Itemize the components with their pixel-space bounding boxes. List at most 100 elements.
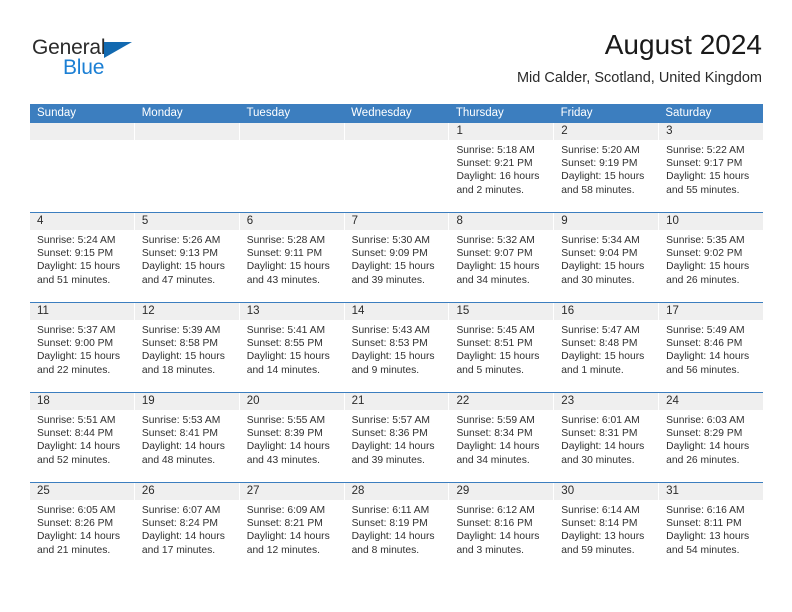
day-cell[interactable]: 25 Sunrise: 6:05 AM Sunset: 8:26 PM Dayligh…	[30, 483, 135, 572]
day-cell[interactable]: 26 Sunrise: 6:07 AM Sunset: 8:24 PM Dayligh…	[134, 483, 240, 572]
day-cell[interactable]: 16 Sunrise: 5:47 AM Sunset: 8:48 PM Dayligh…	[554, 303, 660, 392]
sunset-time: Sunset: 9:04 PM	[561, 248, 638, 260]
sunrise-time: Sunrise: 6:03 AM	[666, 415, 745, 426]
daylight-duration-line2: and 8 minutes.	[351, 544, 420, 556]
day-number: 7	[344, 213, 449, 230]
daylight-duration-line1: Daylight: 15 hours	[351, 261, 435, 273]
day-cell[interactable]: 3 Sunrise: 5:22 AM Sunset: 9:17 PM Daylight…	[659, 123, 764, 212]
day-cell[interactable]: 22 Sunrise: 5:59 AM Sunset: 8:34 PM Dayligh…	[449, 393, 555, 482]
weekday-header-wednesday: Wednesday	[351, 107, 412, 119]
daylight-duration-line2: and 34 minutes.	[456, 274, 530, 286]
daylight-duration-line1: Daylight: 15 hours	[456, 261, 540, 273]
day-cell[interactable]: 30 Sunrise: 6:14 AM Sunset: 8:14 PM Dayligh…	[554, 483, 660, 572]
sunset-time: Sunset: 9:19 PM	[561, 158, 638, 170]
day-details	[240, 140, 344, 144]
brand-name-blue: Blue	[63, 56, 105, 79]
day-cell[interactable]: 13 Sunrise: 5:41 AM Sunset: 8:55 PM Dayligh…	[239, 303, 345, 392]
day-cell[interactable]: 8 Sunrise: 5:32 AM Sunset: 9:07 PM Daylight…	[449, 213, 555, 302]
day-cell[interactable]: 12 Sunrise: 5:39 AM Sunset: 8:58 PM Dayligh…	[134, 303, 240, 392]
day-number: 17	[659, 303, 764, 320]
day-details: Sunrise: 6:05 AM Sunset: 8:26 PM Daylight:…	[30, 500, 134, 557]
sunrise-time: Sunrise: 5:57 AM	[351, 415, 430, 426]
daylight-duration-line1: Daylight: 15 hours	[141, 261, 225, 273]
day-cell[interactable]: 18 Sunrise: 5:51 AM Sunset: 8:44 PM Dayligh…	[30, 393, 135, 482]
sunrise-time: Sunrise: 5:55 AM	[246, 415, 326, 426]
sunset-time: Sunset: 8:58 PM	[141, 338, 218, 350]
day-details: Sunrise: 5:22 AM Sunset: 9:17 PM Daylight:…	[659, 140, 763, 197]
day-cell-empty	[134, 123, 240, 212]
day-details: Sunrise: 5:51 AM Sunset: 8:44 PM Daylight:…	[30, 410, 134, 467]
day-details	[345, 140, 449, 144]
sunset-time: Sunset: 8:11 PM	[666, 518, 742, 530]
day-number: 21	[344, 393, 449, 410]
day-cell[interactable]: 11 Sunrise: 5:37 AM Sunset: 9:00 PM Dayligh…	[30, 303, 135, 392]
day-number: 22	[449, 393, 554, 410]
day-cell[interactable]: 5 Sunrise: 5:26 AM Sunset: 9:13 PM Daylight…	[134, 213, 240, 302]
calendar-week-row: 4 Sunrise: 5:24 AM Sunset: 9:15 PM Daylight…	[30, 212, 764, 302]
calendar-week-row: 18 Sunrise: 5:51 AM Sunset: 8:44 PM Dayligh…	[30, 392, 764, 482]
day-cell[interactable]: 15 Sunrise: 5:45 AM Sunset: 8:51 PM Dayligh…	[449, 303, 555, 392]
day-details: Sunrise: 6:03 AM Sunset: 8:29 PM Daylight:…	[659, 410, 763, 467]
daylight-duration-line2: and 9 minutes.	[351, 364, 420, 376]
brand-logo[interactable]: General Blue	[32, 36, 162, 82]
sunrise-time: Sunrise: 6:16 AM	[666, 505, 745, 516]
sunset-time: Sunset: 9:07 PM	[456, 248, 533, 260]
day-cell[interactable]: 31 Sunrise: 6:16 AM Sunset: 8:11 PM Dayligh…	[659, 483, 764, 572]
day-cell[interactable]: 6 Sunrise: 5:28 AM Sunset: 9:11 PM Daylight…	[239, 213, 345, 302]
daylight-duration-line2: and 2 minutes.	[456, 184, 524, 196]
daylight-duration-line1: Daylight: 15 hours	[351, 351, 435, 363]
daylight-duration-line1: Daylight: 14 hours	[141, 441, 225, 453]
day-cell[interactable]: 21 Sunrise: 5:57 AM Sunset: 8:36 PM Dayligh…	[344, 393, 450, 482]
daylight-duration-line2: and 56 minutes.	[666, 364, 740, 376]
daylight-duration-line1: Daylight: 15 hours	[246, 351, 330, 363]
daylight-duration-line1: Daylight: 13 hours	[666, 531, 750, 543]
day-number: 28	[344, 483, 449, 500]
day-cell[interactable]: 28 Sunrise: 6:11 AM Sunset: 8:19 PM Dayligh…	[344, 483, 450, 572]
sunrise-time: Sunrise: 6:14 AM	[561, 505, 640, 516]
calendar-page: General Blue August 2024 Mid Calder, Sco…	[0, 0, 792, 612]
day-cell[interactable]: 23 Sunrise: 6:01 AM Sunset: 8:31 PM Dayligh…	[554, 393, 660, 482]
day-number: 10	[659, 213, 764, 230]
sunrise-time: Sunrise: 5:59 AM	[456, 415, 535, 426]
day-cell[interactable]: 14 Sunrise: 5:43 AM Sunset: 8:53 PM Dayligh…	[344, 303, 450, 392]
day-details: Sunrise: 5:37 AM Sunset: 9:00 PM Daylight:…	[30, 320, 134, 377]
day-number: 1	[449, 123, 554, 140]
day-cell[interactable]: 27 Sunrise: 6:09 AM Sunset: 8:21 PM Dayligh…	[239, 483, 345, 572]
sunset-time: Sunset: 8:48 PM	[561, 338, 638, 350]
day-cell[interactable]: 29 Sunrise: 6:12 AM Sunset: 8:16 PM Dayligh…	[449, 483, 555, 572]
sunrise-time: Sunrise: 5:18 AM	[456, 145, 535, 156]
day-cell[interactable]: 9 Sunrise: 5:34 AM Sunset: 9:04 PM Daylight…	[554, 213, 660, 302]
sunrise-time: Sunrise: 5:45 AM	[456, 325, 535, 336]
day-details: Sunrise: 5:49 AM Sunset: 8:46 PM Daylight:…	[659, 320, 763, 377]
day-cell[interactable]: 19 Sunrise: 5:53 AM Sunset: 8:41 PM Dayligh…	[134, 393, 240, 482]
day-number: 25	[30, 483, 134, 500]
day-number: 5	[134, 213, 239, 230]
day-cell[interactable]: 24 Sunrise: 6:03 AM Sunset: 8:29 PM Dayligh…	[659, 393, 764, 482]
daylight-duration-line1: Daylight: 14 hours	[351, 531, 435, 543]
day-number: 12	[134, 303, 239, 320]
day-number: 6	[239, 213, 344, 230]
sunset-time: Sunset: 8:55 PM	[246, 338, 323, 350]
sunset-time: Sunset: 9:09 PM	[351, 248, 428, 260]
page-subtitle: Mid Calder, Scotland, United Kingdom	[516, 70, 762, 86]
day-cell[interactable]: 17 Sunrise: 5:49 AM Sunset: 8:46 PM Dayligh…	[659, 303, 764, 392]
day-details: Sunrise: 6:14 AM Sunset: 8:14 PM Daylight:…	[554, 500, 658, 557]
day-number: 4	[30, 213, 134, 230]
day-cell[interactable]: 10 Sunrise: 5:35 AM Sunset: 9:02 PM Dayligh…	[659, 213, 764, 302]
daylight-duration-line2: and 52 minutes.	[37, 454, 111, 466]
sunrise-time: Sunrise: 5:41 AM	[246, 325, 326, 336]
day-details: Sunrise: 5:57 AM Sunset: 8:36 PM Daylight:…	[345, 410, 449, 467]
sunset-time: Sunset: 8:36 PM	[351, 428, 428, 440]
day-details: Sunrise: 5:55 AM Sunset: 8:39 PM Daylight:…	[240, 410, 344, 467]
day-cell[interactable]: 4 Sunrise: 5:24 AM Sunset: 9:15 PM Daylight…	[30, 213, 135, 302]
weekday-header-row: Sunday Monday Tuesday Wednesday Thursday Frid…	[30, 104, 763, 123]
day-cell[interactable]: 1 Sunrise: 5:18 AM Sunset: 9:21 PM Daylight…	[449, 123, 555, 212]
day-cell[interactable]: 7 Sunrise: 5:30 AM Sunset: 9:09 PM Daylight…	[344, 213, 450, 302]
day-details: Sunrise: 5:43 AM Sunset: 8:53 PM Daylight:…	[345, 320, 449, 377]
day-number: 23	[554, 393, 659, 410]
weekday-header-tuesday: Tuesday	[246, 107, 291, 119]
day-cell[interactable]: 2 Sunrise: 5:20 AM Sunset: 9:19 PM Daylight…	[554, 123, 660, 212]
day-cell-empty	[239, 123, 345, 212]
day-number: 15	[449, 303, 554, 320]
day-cell[interactable]: 20 Sunrise: 5:55 AM Sunset: 8:39 PM Dayligh…	[239, 393, 345, 482]
